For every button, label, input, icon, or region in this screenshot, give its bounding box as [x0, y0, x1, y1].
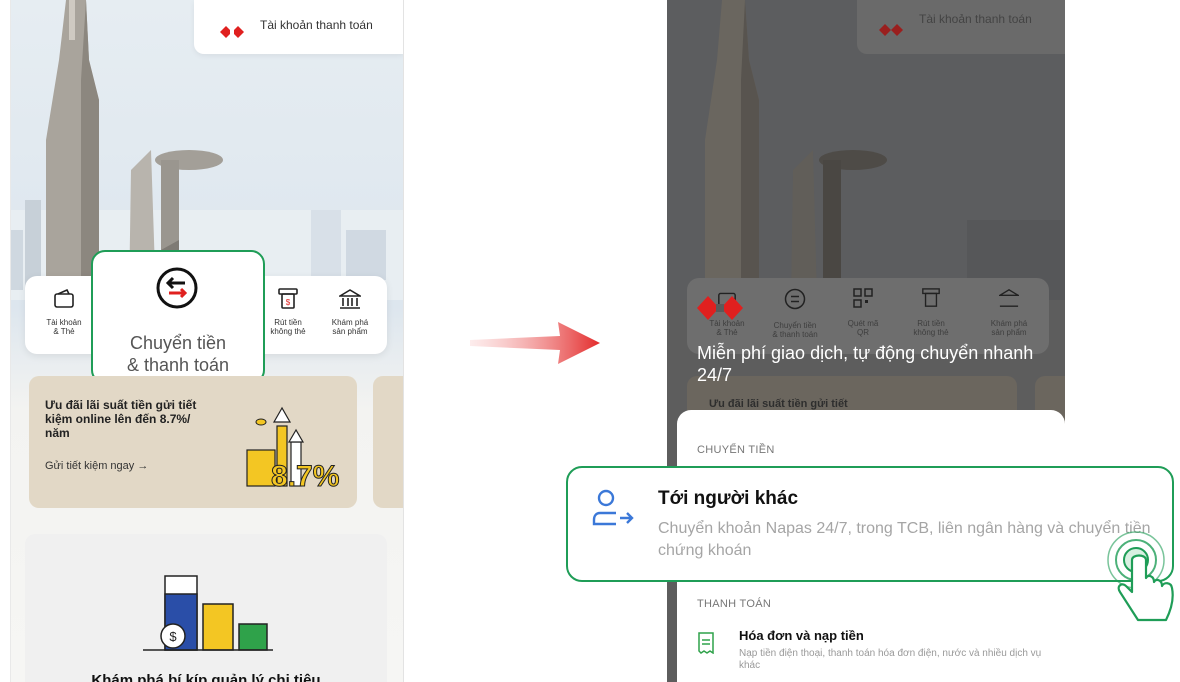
option-title: Tới người khác [658, 488, 799, 509]
flow-arrow-icon [470, 322, 600, 364]
promo-title: Ưu đãi lãi suất tiền gửi tiết [709, 398, 848, 410]
quick-action-cardless-withdraw: Rút tiền không thẻ [899, 288, 963, 337]
transfer-section-header: CHUYỂN TIỀN [697, 444, 775, 456]
quick-action-label: Quét mã QR [847, 319, 879, 337]
tap-hand-icon [1107, 531, 1174, 622]
quick-action-label: Rút tiền không thẻ [913, 319, 949, 337]
highlighted-action-label: Chuyển tiền & thanh toán [126, 333, 230, 375]
account-chip[interactable]: Tài khoản thanh toán [194, 0, 403, 54]
payment-section-header: THANH TOÁN [697, 598, 772, 610]
next-promo-card[interactable] [373, 376, 403, 508]
bill-topup-subtitle: Nạp tiền điện thoại, thanh toán hóa đơn … [739, 648, 1042, 671]
transfer-arrows-icon [156, 267, 198, 309]
savings-promo-card[interactable]: Ưu đãi lãi suất tiền gửi tiết kiệm onlin… [29, 376, 357, 508]
explore-title: Khám phá bí kíp quản lý chi tiêu [91, 672, 321, 682]
quick-action-label: Khám phá sản phẩm [990, 319, 1028, 337]
transfer-to-others-option[interactable]: Tới người khác Chuyển khoản Napas 24/7, … [566, 466, 1174, 582]
bank-icon [997, 289, 1021, 307]
quick-action-label: Tài khoản & Thẻ [46, 318, 82, 336]
highlighted-transfer-payment-action[interactable]: Chuyển tiền & thanh toán [91, 250, 265, 384]
overlay-message: Miễn phí giao dịch, tự động chuyển nhanh… [697, 343, 1034, 385]
receipt-icon [698, 632, 714, 654]
quick-action-label: Khám phá sản phẩm [331, 318, 369, 336]
account-chip-label: Tài khoản thanh toán [260, 18, 373, 32]
coins-growth-illustration: 8.7% [246, 406, 340, 490]
quick-action-transfer: Chuyển tiền & thanh toán [763, 288, 827, 339]
promo-figure-text: 8.7% [271, 460, 339, 490]
left-phone-screen: Tài khoản thanh toán Tài khoản & Thẻ $ R… [10, 0, 404, 682]
bank-logo-icon [220, 26, 244, 38]
bank-logo-icon [697, 296, 743, 320]
quick-action-explore-products[interactable]: Khám phá sản phẩm [315, 286, 385, 336]
option-subtitle: Chuyển khoản Napas 24/7, trong TCB, liên… [658, 520, 1151, 559]
svg-text:$: $ [286, 298, 291, 307]
quick-action-explore-products: Khám phá sản phẩm [977, 288, 1041, 337]
quick-action-account-card[interactable]: Tài khoản & Thẻ [29, 286, 99, 336]
wallet-icon [54, 289, 74, 308]
atm-card-icon [922, 288, 940, 307]
quick-action-label: Chuyển tiền & thanh toán [772, 321, 818, 339]
account-chip-label: Tài khoản thanh toán [919, 12, 1032, 26]
explore-card[interactable]: $ Khám phá bí kíp quản lý chi tiêu [25, 534, 387, 682]
bank-logo-icon [879, 24, 903, 36]
account-chip-dimmed: Tài khoản thanh toán [857, 0, 1065, 54]
bank-icon [339, 289, 361, 309]
atm-card-icon: $ [278, 288, 298, 309]
person-transfer-icon [592, 489, 634, 526]
quick-action-qr: Quét mã QR [831, 288, 895, 337]
transfer-arrows-icon [784, 288, 806, 310]
bill-topup-title: Hóa đơn và nạp tiền [739, 628, 864, 643]
budget-chart-illustration: $ [143, 575, 273, 651]
qr-code-icon [853, 288, 873, 308]
promo-title: Ưu đãi lãi suất tiền gửi tiết kiệm onlin… [45, 398, 197, 440]
svg-text:$: $ [169, 629, 177, 644]
promo-link[interactable]: Gửi tiết kiệm ngay → [45, 460, 148, 472]
